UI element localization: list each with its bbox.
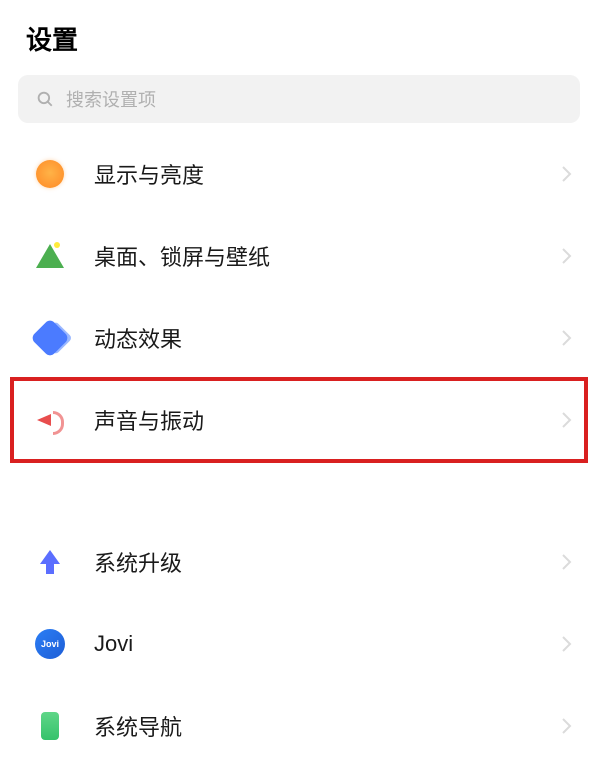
settings-item-display[interactable]: 显示与亮度 <box>0 133 598 215</box>
search-placeholder: 搜索设置项 <box>66 86 156 112</box>
settings-item-desktop[interactable]: 桌面、锁屏与壁纸 <box>0 215 598 297</box>
nav-icon <box>34 710 66 742</box>
item-label: 动态效果 <box>94 322 562 354</box>
chevron-right-icon <box>562 636 572 652</box>
chevron-right-icon <box>562 248 572 264</box>
chevron-right-icon <box>562 554 572 570</box>
page-title: 设置 <box>0 0 598 75</box>
chevron-right-icon <box>562 330 572 346</box>
chevron-right-icon <box>562 412 572 428</box>
section-gap <box>0 461 598 521</box>
effects-icon <box>34 322 66 354</box>
settings-item-effects[interactable]: 动态效果 <box>0 297 598 379</box>
settings-list: 显示与亮度 桌面、锁屏与壁纸 动态效果 声音与振动 系统升级 Jovi Jovi… <box>0 133 598 767</box>
settings-item-jovi[interactable]: Jovi Jovi <box>0 603 598 685</box>
search-icon <box>36 90 54 108</box>
search-bar[interactable]: 搜索设置项 <box>18 75 580 123</box>
sun-icon <box>34 158 66 190</box>
chevron-right-icon <box>562 166 572 182</box>
chevron-right-icon <box>562 718 572 734</box>
settings-item-sound[interactable]: 声音与振动 <box>0 379 598 461</box>
mountain-icon <box>34 240 66 272</box>
item-label: 系统导航 <box>94 710 562 742</box>
settings-item-upgrade[interactable]: 系统升级 <box>0 521 598 603</box>
item-label: 桌面、锁屏与壁纸 <box>94 240 562 272</box>
upgrade-icon <box>34 546 66 578</box>
item-label: 显示与亮度 <box>94 158 562 190</box>
settings-item-nav[interactable]: 系统导航 <box>0 685 598 767</box>
item-label: Jovi <box>94 631 562 657</box>
jovi-icon: Jovi <box>34 628 66 660</box>
item-label: 声音与振动 <box>94 404 562 436</box>
item-label: 系统升级 <box>94 546 562 578</box>
sound-icon <box>34 404 66 436</box>
